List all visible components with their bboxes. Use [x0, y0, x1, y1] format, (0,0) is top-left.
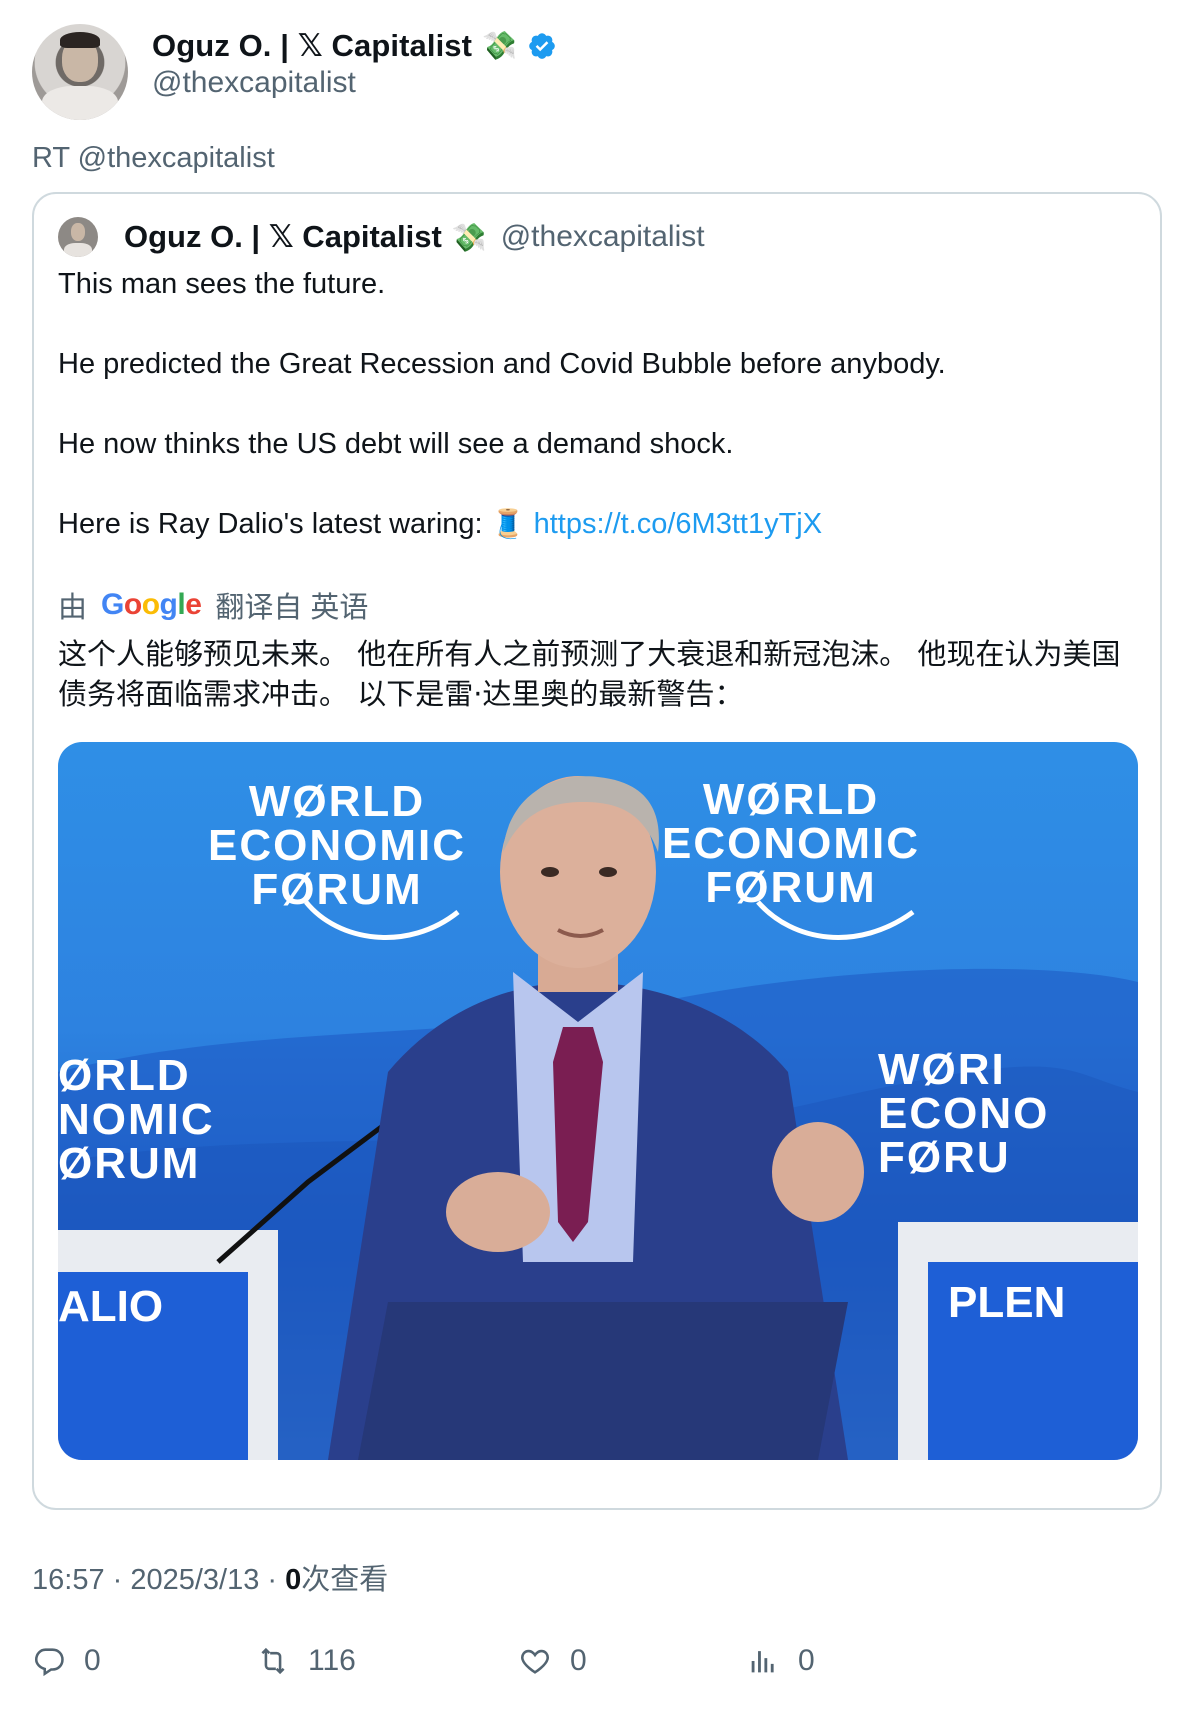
- wef-text: WØRLD: [248, 777, 426, 826]
- author-name-row: Oguz O. | 𝕏 Capitalist 💸: [152, 28, 557, 64]
- wef-text: FØRUM: [251, 865, 423, 914]
- translation-attribution: 由 Google 翻译自 英语: [58, 584, 368, 626]
- quoted-tweet-card[interactable]: Oguz O. | 𝕏 Capitalist 💸 @thexcapitalist…: [32, 192, 1162, 1510]
- wef-text: FØRUM: [705, 863, 877, 912]
- wef-text: FØRU: [878, 1133, 1011, 1182]
- views-button[interactable]: 0: [746, 1644, 815, 1678]
- translate-prefix: 由: [58, 592, 88, 624]
- tweet-line: He now thinks the US debt will see a dem…: [58, 428, 734, 460]
- money-emoji-icon: 💸: [482, 30, 517, 61]
- reply-count: 0: [84, 1644, 101, 1677]
- bar-chart-icon: [751, 1651, 774, 1673]
- wef-logo-bottom-right: WØRI ECONO FØRU: [878, 1048, 1049, 1180]
- author-handle[interactable]: @thexcapitalist: [152, 66, 356, 100]
- google-logo-icon: Google: [101, 588, 202, 621]
- heart-icon: [521, 1649, 549, 1674]
- timestamp[interactable]: 16:57 · 2025/3/13 ·: [32, 1564, 285, 1596]
- tweet-photo[interactable]: WØRLD ECONOMIC FØRUM WØRLD ECONOMIC FØRU…: [58, 742, 1138, 1460]
- reply-icon: [34, 1648, 64, 1677]
- wef-logo-left: WØRLD ECONOMIC FØRUM: [208, 780, 466, 912]
- wef-text: ØRUM: [58, 1139, 201, 1188]
- verified-badge-icon[interactable]: [527, 31, 557, 61]
- thread-emoji-icon: 🧵: [490, 508, 526, 539]
- quoted-author-handle[interactable]: @thexcapitalist: [501, 220, 705, 254]
- tweet-line: This man sees the future.: [58, 268, 386, 300]
- wef-logo-right: WØRLD ECONOMIC FØRUM: [662, 778, 920, 910]
- views-count: 0: [798, 1644, 815, 1677]
- money-emoji-icon: 💸: [451, 221, 487, 253]
- like-button[interactable]: 0: [518, 1644, 587, 1678]
- wef-logo-bottom-left: ØRLD NOMIC ØRUM: [58, 1054, 215, 1186]
- like-count: 0: [570, 1644, 587, 1677]
- reply-button[interactable]: 0: [32, 1644, 101, 1678]
- nameplate-left: ALIO: [58, 1277, 188, 1337]
- nameplate-right: PLEN: [938, 1272, 1138, 1334]
- retweet-icon: [261, 1647, 285, 1675]
- wef-text: NOMIC: [58, 1095, 215, 1144]
- author-name[interactable]: Oguz O. | 𝕏 Capitalist: [152, 28, 472, 64]
- wef-text: ECONOMIC: [208, 821, 466, 870]
- retweet-button[interactable]: 116: [256, 1644, 356, 1678]
- action-bar: 0 116 0 0: [32, 1644, 1162, 1688]
- retweet-text: RT @thexcapitalist: [32, 142, 275, 174]
- wef-text: ØRLD: [58, 1051, 191, 1100]
- wef-text: ECONO: [878, 1089, 1050, 1138]
- translated-text: 这个人能够预见未来。 他在所有人之前预测了大衰退和新冠泡沫。 他现在认为美国债务…: [58, 637, 1121, 711]
- tweet-link[interactable]: https://t.co/6M3tt1yTjX: [534, 508, 823, 540]
- author-avatar[interactable]: [32, 24, 128, 120]
- tweet-line: He predicted the Great Recession and Cov…: [58, 348, 946, 380]
- translate-suffix[interactable]: 翻译自 英语: [215, 584, 368, 626]
- view-count: 0: [285, 1564, 302, 1596]
- quoted-header: Oguz O. | 𝕏 Capitalist 💸 @thexcapitalist: [58, 216, 705, 258]
- retweet-count: 116: [308, 1644, 356, 1677]
- wef-text: WØRI: [878, 1045, 1006, 1094]
- tweet-line-text: Here is Ray Dalio's latest waring:: [58, 508, 491, 540]
- quoted-tweet-text: This man sees the future. He predicted t…: [58, 264, 1138, 544]
- wef-text: WØRLD: [702, 775, 880, 824]
- quoted-author-name[interactable]: Oguz O. | 𝕏 Capitalist: [124, 219, 442, 255]
- tweet-meta: 16:57 · 2025/3/13 · 0次查看: [32, 1556, 388, 1598]
- quoted-author-avatar[interactable]: [58, 217, 98, 257]
- tweet-header: Oguz O. | 𝕏 Capitalist 💸 @thexcapitalist: [32, 24, 1162, 120]
- wef-text: ECONOMIC: [662, 819, 920, 868]
- tweet-line: Here is Ray Dalio's latest waring: 🧵 htt…: [58, 504, 1138, 544]
- view-label: 次查看: [301, 1564, 389, 1596]
